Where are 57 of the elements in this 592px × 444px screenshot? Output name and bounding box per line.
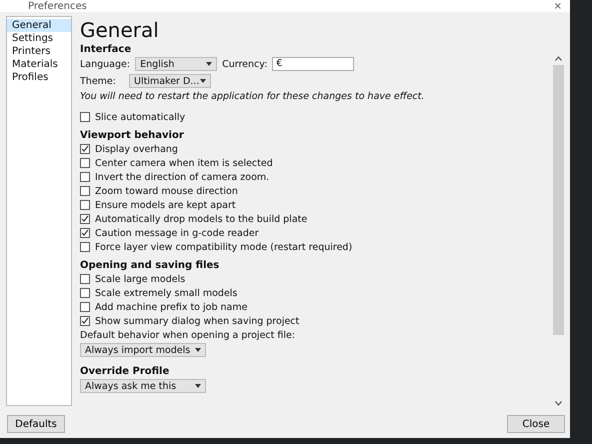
restart-note: You will need to restart the application for these changes to have effect. [80, 90, 426, 104]
scrollbar-thumb[interactable] [552, 65, 564, 335]
dropdown[interactable]: Ultimaker D... [129, 74, 211, 88]
section-heading: Override Profile [80, 366, 170, 378]
checkbox[interactable] [80, 172, 90, 182]
checkbox[interactable] [80, 316, 90, 326]
sidebar-item[interactable]: General [7, 19, 71, 32]
sidebar-item[interactable]: Materials [7, 58, 71, 71]
dropdown[interactable]: Always ask me this [80, 379, 206, 393]
checkbox-label: Invert the direction of camera zoom. [95, 172, 270, 182]
section-heading: Viewport behavior [80, 130, 185, 142]
checkbox[interactable] [80, 302, 90, 312]
checkbox[interactable] [80, 200, 90, 210]
checkbox-label: Caution message in g-code reader [95, 228, 259, 238]
checkbox-label: Add machine prefix to job name [95, 302, 248, 312]
theme-label: Theme: [80, 76, 117, 86]
checkbox-label: Zoom toward mouse direction [95, 186, 238, 196]
close-button[interactable]: Close [507, 415, 565, 433]
page-title: General [80, 18, 160, 42]
section-heading: Interface [80, 44, 132, 56]
sidebar-item[interactable]: Settings [7, 32, 71, 45]
sidebar-item[interactable]: Printers [7, 45, 71, 58]
checkbox-label: Scale large models [95, 274, 186, 284]
checkbox-label: Show summary dialog when saving project [95, 316, 300, 326]
checkbox-label: Automatically drop models to the build plate [95, 214, 308, 224]
checkbox[interactable] [80, 288, 90, 298]
project-label: Default behavior when opening a project file: [80, 330, 296, 340]
currency-label: Currency: [222, 58, 268, 70]
caret-icon [200, 79, 206, 83]
window-title: Preferences [28, 2, 87, 12]
caret-icon [195, 384, 201, 388]
checkbox[interactable] [80, 274, 90, 284]
caret-icon [195, 348, 201, 352]
dropdown[interactable]: English [135, 57, 218, 71]
currency-field[interactable]: € [272, 57, 354, 71]
checkbox-label: Scale extremely small models [95, 288, 238, 298]
checkbox-label: Force layer view compatibility mode (restart required) [95, 242, 352, 252]
checkbox[interactable] [80, 242, 90, 252]
caret-icon [206, 62, 212, 66]
defaults-button[interactable]: Defaults [7, 415, 65, 433]
section-heading: Opening and saving files [80, 260, 220, 272]
checkbox[interactable] [80, 186, 90, 196]
close-icon[interactable]: × [554, 2, 562, 12]
language-label: Language: [80, 58, 130, 70]
checkbox[interactable] [80, 144, 90, 154]
checkbox[interactable] [80, 228, 90, 238]
checkbox-label: Center camera when item is selected [95, 158, 273, 168]
checkbox[interactable] [80, 112, 90, 122]
checkbox[interactable] [80, 158, 90, 168]
checkbox[interactable] [80, 214, 90, 224]
dropdown[interactable]: Always import models [80, 343, 206, 357]
checkbox-label: Display overhang [95, 144, 178, 154]
checkbox-label: Slice automatically [95, 112, 186, 122]
checkbox-label: Ensure models are kept apart [95, 200, 236, 210]
scroll-down-icon[interactable] [554, 401, 562, 406]
scroll-up-icon[interactable] [554, 56, 562, 61]
sidebar-item[interactable]: Profiles [7, 71, 71, 84]
